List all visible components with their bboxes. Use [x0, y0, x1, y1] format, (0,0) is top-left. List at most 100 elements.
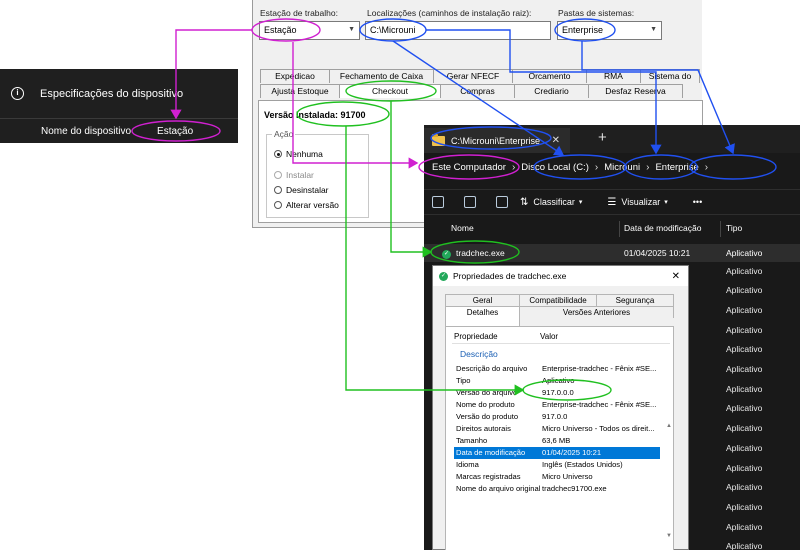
scroll-down-icon[interactable]: ▼: [666, 533, 672, 539]
file-row-tradchec[interactable]: ✓ tradchec.exe 01/04/2025 10:21 Aplicati…: [424, 244, 800, 262]
explorer-tab[interactable]: C:\Microuni\Enterprise ✕: [424, 128, 570, 153]
workstation-value: Estação: [264, 25, 297, 35]
locations-value: C:\Microuni: [370, 25, 416, 35]
close-icon[interactable]: ✕: [672, 271, 680, 282]
tab-fechamento-de-caixa[interactable]: Fechamento de Caixa: [329, 69, 434, 83]
radio-icon: [274, 186, 282, 194]
tab-gerar-nfecf[interactable]: Gerar NFECF: [433, 69, 513, 83]
detail-property: Versão do arquivo: [456, 388, 518, 397]
file-name: tradchec.exe: [456, 248, 505, 258]
tab-seguranca[interactable]: Segurança: [596, 294, 674, 306]
detail-property: Tipo: [456, 376, 471, 385]
locations-list[interactable]: C:\Microuni: [365, 21, 551, 40]
tabs-top-row: Expedicao Fechamento de Caixa Gerar NFEC…: [260, 69, 700, 83]
radio-label: Instalar: [286, 170, 314, 180]
workstation-combo[interactable]: Estação ▼: [259, 21, 360, 40]
info-icon: i: [11, 87, 24, 100]
column-name[interactable]: Nome: [451, 223, 474, 233]
details-header: Propriedade Valor: [452, 330, 670, 344]
breadcrumb-este-computador[interactable]: Este Computador: [432, 162, 506, 173]
tab-rma[interactable]: RMA: [586, 69, 641, 83]
detail-property: Versão do produto: [456, 412, 519, 421]
detail-row[interactable]: Tamanho 63,6 MB: [454, 435, 660, 447]
close-icon[interactable]: ✕: [552, 135, 560, 146]
tab-compatibilidade[interactable]: Compatibilidade: [519, 294, 597, 306]
view-label: Visualizar: [621, 197, 661, 207]
chevron-right-icon: ›: [704, 161, 709, 173]
detail-row[interactable]: Tipo Aplicativo: [454, 375, 660, 387]
details-scrollbar[interactable]: ▲ ▼: [664, 423, 673, 543]
file-modified: 01/04/2025 10:21: [624, 248, 691, 258]
detail-row[interactable]: Nome do arquivo original tradchec91700.e…: [454, 483, 660, 495]
device-specifications-header[interactable]: i Especificações do dispositivo: [0, 69, 238, 119]
delete-icon[interactable]: [496, 196, 508, 208]
explorer-tab-bar: C:\Microuni\Enterprise ✕ +: [424, 125, 800, 153]
breadcrumb-microuni[interactable]: Microuni: [604, 162, 640, 173]
sort-label: Classificar: [533, 197, 575, 207]
file-type-cell: Aplicativo: [726, 522, 763, 532]
tab-sistema-do[interactable]: Sistema do: [640, 69, 700, 83]
tab-desfaz-reserva[interactable]: Desfaz Reserva: [588, 84, 683, 98]
file-type-cell: Aplicativo: [726, 364, 763, 374]
tab-geral[interactable]: Geral: [445, 294, 520, 306]
detail-value: tradchec91700.exe: [542, 484, 607, 493]
detail-value: 917.0.0.0: [542, 388, 574, 397]
sort-icon: ⇅: [520, 196, 529, 208]
detail-row[interactable]: Marcas registradas Micro Universo: [454, 471, 660, 483]
file-type-cell: Aplicativo: [726, 443, 763, 453]
tab-expedicao[interactable]: Expedicao: [260, 69, 330, 83]
chevron-right-icon: ›: [594, 161, 599, 173]
radio-instalar[interactable]: Instalar: [274, 170, 314, 180]
sort-button[interactable]: ⇅ Classificar ▾: [520, 197, 587, 208]
chevron-right-icon: ›: [646, 161, 650, 173]
systems-label: Pastas de sistemas:: [558, 8, 635, 18]
detail-row-file-version[interactable]: Versão do arquivo 917.0.0.0: [454, 387, 660, 399]
tab-checkout[interactable]: Checkout: [339, 84, 441, 98]
detail-row[interactable]: Descrição do arquivo Enterprise-tradchec…: [454, 363, 660, 375]
breadcrumb-enterprise[interactable]: Enterprise: [655, 162, 698, 173]
detail-row-selected[interactable]: Data de modificação 01/04/2025 10:21: [454, 447, 660, 459]
tab-compras[interactable]: Compras: [440, 84, 515, 98]
detail-row[interactable]: Direitos autorais Micro Universo - Todos…: [454, 423, 660, 435]
tab-versoes-anteriores[interactable]: Versões Anteriores: [519, 306, 674, 318]
share-icon[interactable]: [464, 196, 476, 208]
app-check-icon: ✓: [439, 271, 448, 281]
device-specifications-panel: i Especificações do dispositivo Nome do …: [0, 69, 238, 143]
radio-desinstalar[interactable]: Desinstalar: [274, 185, 329, 195]
new-tab-icon[interactable]: +: [598, 129, 607, 146]
device-name-label: Nome do dispositivo: [41, 125, 132, 137]
scroll-up-icon[interactable]: ▲: [666, 423, 672, 429]
file-type-cell: Aplicativo: [726, 463, 763, 473]
detail-value: Enterprise-tradchec - Fênix #SE...: [542, 364, 657, 373]
more-options-button[interactable]: •••: [693, 197, 702, 207]
file-type-cell: Aplicativo: [726, 403, 763, 413]
header-value[interactable]: Valor: [540, 332, 558, 341]
header-property[interactable]: Propriedade: [454, 332, 498, 341]
detail-value: 917.0.0: [542, 412, 568, 421]
column-modified[interactable]: Data de modificação: [624, 223, 702, 233]
detail-value: Aplicativo: [542, 376, 575, 385]
workstation-label: Estação de trabalho:: [260, 8, 338, 18]
view-button[interactable]: ☰ Visualizar ▾: [607, 197, 672, 208]
tab-orcamento[interactable]: Orcamento: [512, 69, 587, 83]
tab-detalhes[interactable]: Detalhes: [445, 306, 520, 326]
column-divider: [619, 221, 620, 237]
file-type-cell: Aplicativo: [726, 344, 763, 354]
detail-row[interactable]: Nome do produto Enterprise-tradchec - Fê…: [454, 399, 660, 411]
file-properties-dialog: ✓ Propriedades de tradchec.exe ✕ Geral C…: [432, 265, 689, 550]
radio-alterar-versao[interactable]: Alterar versão: [274, 200, 339, 210]
column-type[interactable]: Tipo: [726, 223, 742, 233]
tab-ajusta-estoque[interactable]: Ajusta Estoque: [260, 84, 340, 98]
explorer-tab-title: C:\Microuni\Enterprise: [451, 135, 541, 146]
detail-property: Marcas registradas: [456, 472, 521, 481]
detail-property: Idioma: [456, 460, 479, 469]
rename-icon[interactable]: [432, 196, 444, 208]
detail-row[interactable]: Idioma Inglês (Estados Unidos): [454, 459, 660, 471]
detail-property: Direitos autorais: [456, 424, 511, 433]
systems-combo[interactable]: Enterprise ▼: [557, 21, 662, 40]
tab-crediario[interactable]: Crediario: [514, 84, 589, 98]
file-type-cell: Aplicativo: [726, 541, 763, 550]
radio-nenhuma[interactable]: Nenhuma: [274, 149, 323, 159]
detail-row[interactable]: Versão do produto 917.0.0: [454, 411, 660, 423]
breadcrumb-disco-local[interactable]: Disco Local (C:): [521, 162, 589, 173]
